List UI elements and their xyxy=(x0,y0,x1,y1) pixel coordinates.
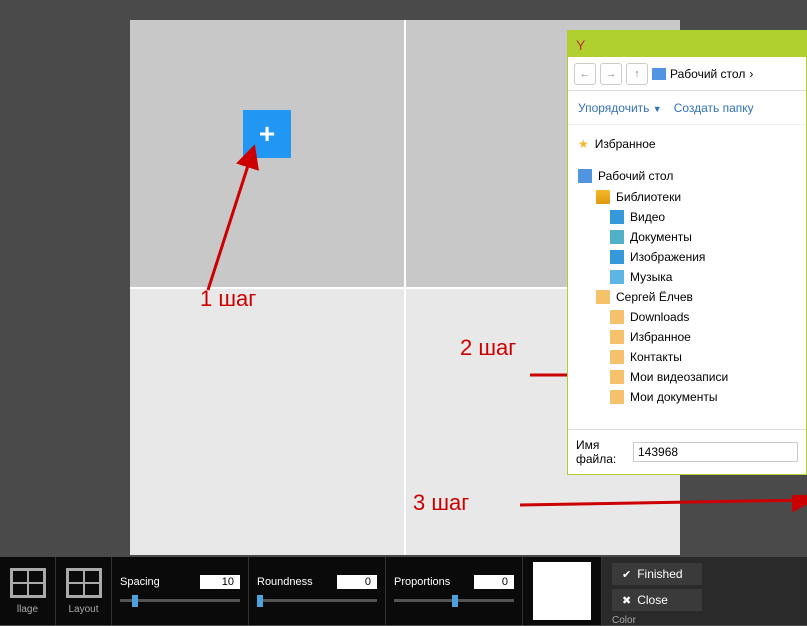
tree-label: Мои документы xyxy=(630,390,717,404)
filename-label: Имя файла: xyxy=(576,438,627,466)
yandex-app-icon: Y xyxy=(576,37,590,51)
tree-label: Избранное xyxy=(630,330,691,344)
close-icon xyxy=(622,593,631,607)
spacing-control: Spacing 10 xyxy=(112,557,249,625)
spacing-slider[interactable] xyxy=(120,593,240,607)
organize-menu[interactable]: Упорядочить ▼ xyxy=(578,101,662,115)
tree-documents[interactable]: Документы xyxy=(568,227,806,247)
dialog-toolbar: Упорядочить ▼ Создать папку xyxy=(568,91,806,125)
finished-label: Finished xyxy=(637,567,682,581)
tree-label: Мои видеозаписи xyxy=(630,370,728,384)
video-icon xyxy=(610,210,624,224)
check-icon xyxy=(622,567,631,581)
tree-label: Изображения xyxy=(630,250,705,264)
color-swatch-box xyxy=(523,557,602,625)
tree-label: Рабочий стол xyxy=(598,169,673,183)
bottom-toolbar: llage Layout Spacing 10 Roundness 0 Prop… xyxy=(0,557,807,625)
roundness-control: Roundness 0 xyxy=(249,557,386,625)
tree-myvideos[interactable]: Мои видеозаписи xyxy=(568,367,806,387)
folder-tree: ★ Избранное Рабочий стол Библиотеки Виде… xyxy=(568,125,806,429)
desktop-icon xyxy=(652,68,666,80)
nav-back-button[interactable]: ← xyxy=(574,63,596,85)
dialog-titlebar: Y xyxy=(568,31,806,57)
documents-icon xyxy=(610,230,624,244)
libraries-icon xyxy=(596,190,610,204)
images-icon xyxy=(610,250,624,264)
breadcrumb-location: Рабочий стол xyxy=(670,67,745,81)
proportions-control: Proportions 0 xyxy=(386,557,523,625)
tree-label: Контакты xyxy=(630,350,682,364)
close-button[interactable]: Close xyxy=(612,589,702,611)
tree-desktop[interactable]: Рабочий стол xyxy=(568,165,806,187)
tree-mydocs[interactable]: Мои документы xyxy=(568,387,806,407)
tree-label: Документы xyxy=(630,230,692,244)
chevron-right-icon: › xyxy=(749,67,753,81)
folder-icon xyxy=(610,350,624,364)
tree-contacts[interactable]: Контакты xyxy=(568,347,806,367)
add-image-button[interactable]: + xyxy=(243,110,291,158)
breadcrumb[interactable]: Рабочий стол › xyxy=(652,67,753,81)
nav-up-button[interactable]: ↑ xyxy=(626,63,648,85)
tree-label: Музыка xyxy=(630,270,672,284)
star-icon: ★ xyxy=(578,137,589,151)
roundness-label: Roundness xyxy=(257,576,313,588)
file-open-dialog: Y ← → ↑ Рабочий стол › Упорядочить ▼ Соз… xyxy=(567,30,807,475)
color-swatch[interactable] xyxy=(533,562,591,620)
desktop-icon xyxy=(578,169,592,183)
tree-favorites[interactable]: ★ Избранное xyxy=(568,133,806,155)
proportions-label: Proportions xyxy=(394,576,450,588)
tree-label: Избранное xyxy=(595,137,656,151)
filename-row: Имя файла: xyxy=(568,429,806,474)
filename-input[interactable] xyxy=(633,442,798,462)
tree-downloads[interactable]: Downloads xyxy=(568,307,806,327)
tree-label: Видео xyxy=(630,210,665,224)
tree-label: Downloads xyxy=(630,310,689,324)
tree-label: Библиотеки xyxy=(616,190,681,204)
tree-fav2[interactable]: Избранное xyxy=(568,327,806,347)
collage-cell-3[interactable] xyxy=(130,289,404,556)
collage-cell-1[interactable]: + xyxy=(130,20,404,287)
tree-libraries[interactable]: Библиотеки xyxy=(568,187,806,207)
user-folder-icon xyxy=(596,290,610,304)
collage-icon xyxy=(10,568,46,598)
plus-icon: + xyxy=(259,118,275,150)
dialog-nav: ← → ↑ Рабочий стол › xyxy=(568,57,806,91)
tree-label: Сергей Ёлчев xyxy=(616,290,693,304)
chevron-down-icon: ▼ xyxy=(653,104,662,114)
finished-button[interactable]: Finished xyxy=(612,563,702,585)
tree-video[interactable]: Видео xyxy=(568,207,806,227)
roundness-slider[interactable] xyxy=(257,593,377,607)
folder-icon xyxy=(610,310,624,324)
collage-mode-button[interactable]: llage xyxy=(0,557,56,625)
layout-button[interactable]: Layout xyxy=(56,557,112,625)
music-icon xyxy=(610,270,624,284)
spacing-label: Spacing xyxy=(120,576,160,588)
collage-label: llage xyxy=(17,604,38,615)
folder-icon xyxy=(610,370,624,384)
color-label: Color xyxy=(612,615,636,626)
tree-user[interactable]: Сергей Ёлчев xyxy=(568,287,806,307)
folder-icon xyxy=(610,330,624,344)
spacing-value[interactable]: 10 xyxy=(200,575,240,589)
roundness-value[interactable]: 0 xyxy=(337,575,377,589)
folder-icon xyxy=(610,390,624,404)
proportions-slider[interactable] xyxy=(394,593,514,607)
new-folder-button[interactable]: Создать папку xyxy=(674,101,754,115)
tree-images[interactable]: Изображения xyxy=(568,247,806,267)
action-column: Finished Close Color xyxy=(602,557,807,625)
layout-label: Layout xyxy=(68,604,98,615)
close-label: Close xyxy=(637,593,668,607)
layout-icon xyxy=(66,568,102,598)
nav-forward-button[interactable]: → xyxy=(600,63,622,85)
tree-music[interactable]: Музыка xyxy=(568,267,806,287)
proportions-value[interactable]: 0 xyxy=(474,575,514,589)
